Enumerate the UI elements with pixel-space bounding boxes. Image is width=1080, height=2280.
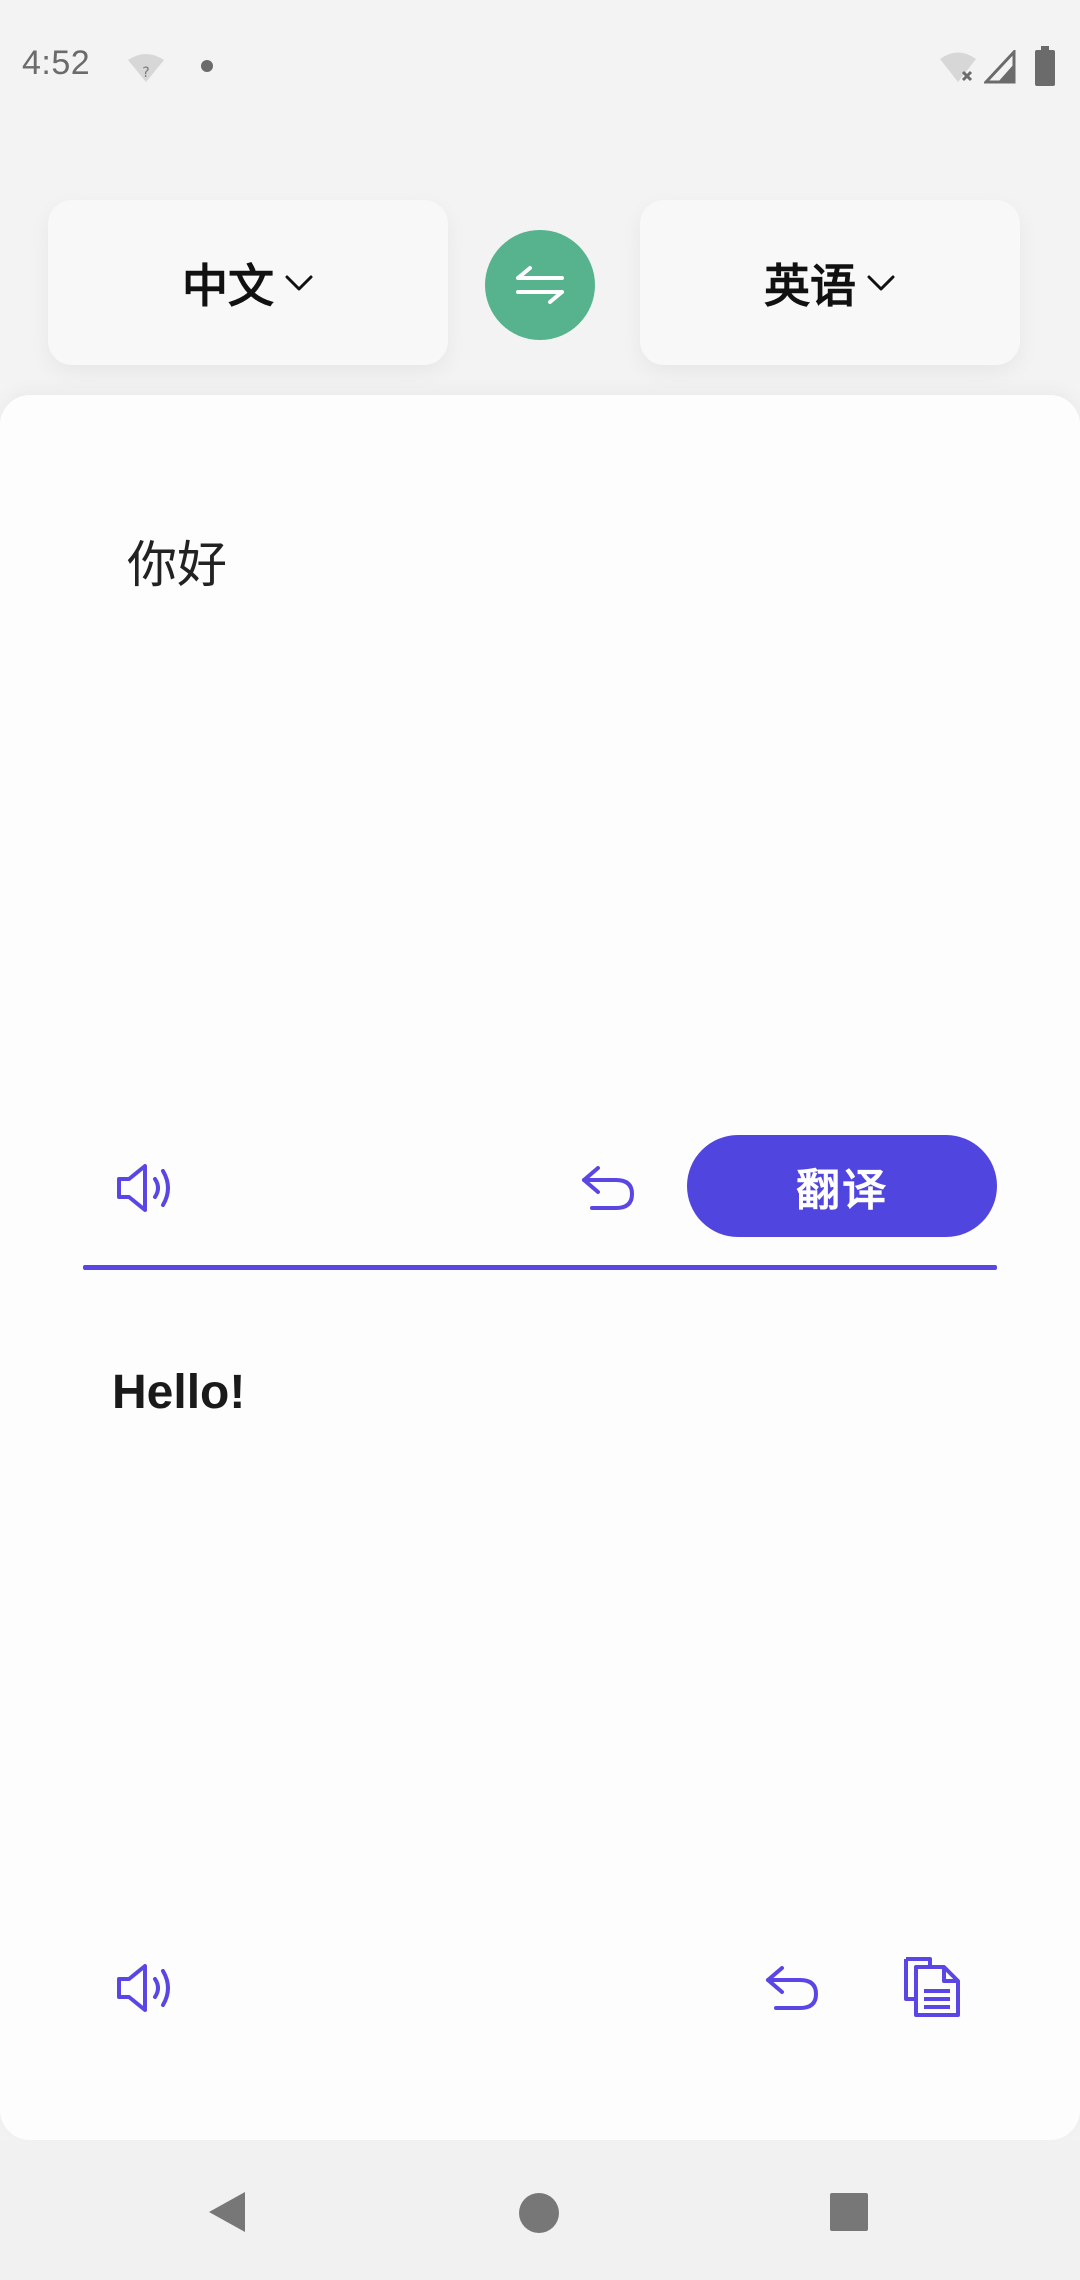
divider <box>83 1265 997 1270</box>
undo-icon[interactable] <box>762 1962 822 2014</box>
back-icon[interactable] <box>205 2190 247 2234</box>
svg-text:?: ? <box>142 65 149 81</box>
translation-card: 你好 翻译 Hello! <box>0 395 1080 2140</box>
navigation-bar <box>0 2140 1080 2280</box>
swap-languages-button[interactable] <box>485 230 595 340</box>
source-language-selector[interactable]: 中文 <box>48 200 448 365</box>
copy-icon[interactable] <box>900 1955 964 2019</box>
wifi-off-icon <box>940 52 976 82</box>
result-text: Hello! <box>112 1366 246 1419</box>
notification-dot-icon <box>201 60 213 72</box>
source-language-label: 中文 <box>182 258 274 313</box>
recents-icon[interactable] <box>830 2193 868 2231</box>
source-text-input[interactable]: 你好 <box>127 525 227 597</box>
home-icon[interactable] <box>518 2192 560 2234</box>
wifi-question-icon: ? <box>128 54 164 82</box>
target-language-selector[interactable]: 英语 <box>640 200 1020 365</box>
battery-icon <box>1035 46 1055 86</box>
chevron-down-icon <box>285 275 313 290</box>
language-bar: 中文 英语 <box>0 200 1080 370</box>
speaker-icon[interactable] <box>115 1162 179 1214</box>
swap-arrows-icon <box>516 266 564 304</box>
chevron-down-icon <box>867 275 895 290</box>
status-bar: 4:52 ? <box>0 0 1080 140</box>
translate-button[interactable]: 翻译 <box>687 1135 997 1237</box>
undo-icon[interactable] <box>578 1162 638 1214</box>
speaker-icon[interactable] <box>115 1962 179 2014</box>
target-language-label: 英语 <box>764 258 856 313</box>
status-time: 4:52 <box>22 44 91 82</box>
signal-icon <box>984 50 1016 84</box>
